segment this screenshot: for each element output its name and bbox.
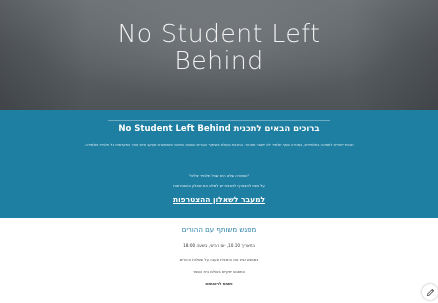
- hero-title: No Student Left Behind: [0, 20, 438, 74]
- meeting-line-3: נשמח לראותכם: [205, 281, 233, 286]
- divider: [108, 120, 330, 121]
- welcome-section: ברוכים הבאים לתכנית No Student Left Behi…: [0, 110, 438, 218]
- meeting-line-2: המפגש יתקיים באולם בית הספר: [192, 269, 246, 274]
- welcome-quote: "המטרה שלנו היא שכל תלמיד יצליח": [188, 173, 250, 178]
- pencil-icon: [426, 288, 434, 296]
- edit-button[interactable]: [422, 284, 438, 300]
- welcome-subtext: על מנת להצטרף לתכנית יש למלא את שאלון הה…: [173, 183, 265, 188]
- welcome-paragraph: תכנית ייחודית לתמיכה בתלמידים, במטרה שאף…: [84, 143, 354, 147]
- hero-title-line2: Behind: [174, 46, 264, 75]
- meeting-title: מפגש משותף עם ההורים: [181, 226, 257, 234]
- meeting-date: בתאריך 10.10, יום רביעי, בשעה 18:00: [183, 243, 255, 248]
- hero-banner: No Student Left Behind: [0, 0, 438, 110]
- questionnaire-link[interactable]: למעבר לשאלון ההצטרפות: [0, 195, 438, 204]
- hero-title-line1: No Student Left: [117, 19, 321, 48]
- meeting-line-1: במפגש נציג את התכנית ונענה על שאלות ההור…: [179, 257, 259, 262]
- welcome-heading: ברוכים הבאים לתכנית No Student Left Behi…: [118, 124, 320, 134]
